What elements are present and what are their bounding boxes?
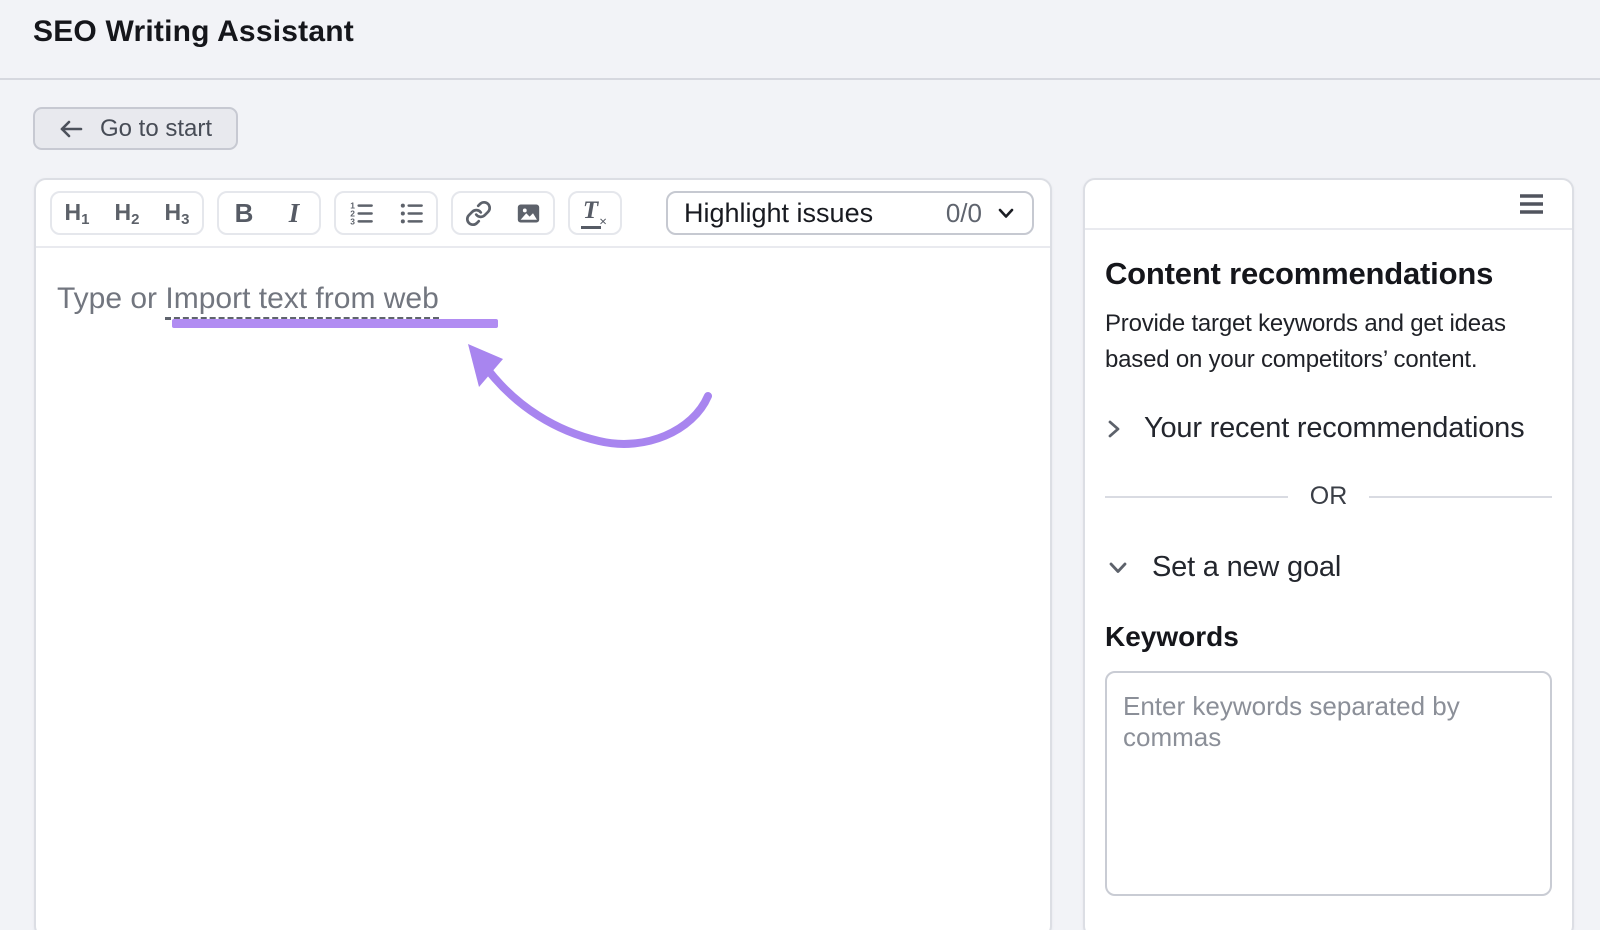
svg-text:3: 3 xyxy=(350,216,355,226)
set-new-goal-toggle[interactable]: Set a new goal xyxy=(1105,551,1552,584)
text-style-group: B I xyxy=(217,191,321,235)
go-to-start-button[interactable]: Go to start xyxy=(33,107,238,150)
editor-panel: H1 H2 H3 B I xyxy=(34,178,1052,930)
app-header: SEO Writing Assistant xyxy=(0,0,1600,80)
italic-button[interactable]: I xyxy=(269,193,319,233)
chevron-down-icon xyxy=(994,201,1018,225)
editor-placeholder: Type or xyxy=(57,282,165,315)
sidebar-content: Content recommendations Provide target k… xyxy=(1085,256,1572,896)
ordered-list-button[interactable]: 1 2 3 xyxy=(336,193,386,233)
bullet-list-button[interactable] xyxy=(386,193,436,233)
chevron-right-icon xyxy=(1105,416,1123,442)
recent-recommendations-label: Your recent recommendations xyxy=(1144,412,1524,445)
keywords-input[interactable] xyxy=(1105,671,1552,896)
sidebar-title: Content recommendations xyxy=(1105,256,1552,292)
import-text-from-web-link[interactable]: Import text from web xyxy=(165,282,438,320)
back-arrow-icon xyxy=(57,118,85,140)
h2-button[interactable]: H2 xyxy=(102,193,152,233)
clear-formatting-button[interactable]: T× xyxy=(570,193,620,233)
bold-button[interactable]: B xyxy=(219,193,269,233)
annotation-arrow xyxy=(430,320,730,460)
h1-button[interactable]: H1 xyxy=(52,193,102,233)
keywords-label: Keywords xyxy=(1105,621,1552,653)
sidebar-header xyxy=(1085,180,1572,230)
clear-formatting-icon: T× xyxy=(581,197,609,229)
seo-writing-assistant-page: SEO Writing Assistant Go to start H1 H2 … xyxy=(0,0,1600,930)
page-title: SEO Writing Assistant xyxy=(33,15,354,49)
content-recommendations-panel: Content recommendations Provide target k… xyxy=(1083,178,1574,930)
clear-format-group: T× xyxy=(568,191,622,235)
insert-image-button[interactable] xyxy=(503,193,553,233)
chevron-down-icon xyxy=(1105,559,1131,577)
sidebar-menu-button[interactable] xyxy=(1515,189,1548,219)
or-divider: OR xyxy=(1105,482,1552,511)
h3-button[interactable]: H3 xyxy=(152,193,202,233)
list-buttons-group: 1 2 3 xyxy=(334,191,438,235)
set-new-goal-label: Set a new goal xyxy=(1152,551,1341,584)
link-icon xyxy=(465,200,492,227)
bullet-list-icon xyxy=(398,200,425,227)
highlight-issues-count: 0/0 xyxy=(946,198,982,229)
ordered-list-icon: 1 2 3 xyxy=(348,200,375,227)
sidebar-description: Provide target keywords and get ideas ba… xyxy=(1105,306,1551,378)
or-label: OR xyxy=(1288,482,1370,511)
highlight-issues-label: Highlight issues xyxy=(684,198,873,229)
insert-link-button[interactable] xyxy=(453,193,503,233)
heading-buttons-group: H1 H2 H3 xyxy=(50,191,204,235)
hamburger-menu-icon xyxy=(1519,193,1544,215)
recent-recommendations-toggle[interactable]: Your recent recommendations xyxy=(1105,412,1552,445)
editor-toolbar: H1 H2 H3 B I xyxy=(36,180,1050,248)
insert-buttons-group xyxy=(451,191,555,235)
highlight-issues-dropdown[interactable]: Highlight issues 0/0 xyxy=(666,191,1034,235)
image-icon xyxy=(515,200,542,227)
go-to-start-label: Go to start xyxy=(100,115,212,143)
